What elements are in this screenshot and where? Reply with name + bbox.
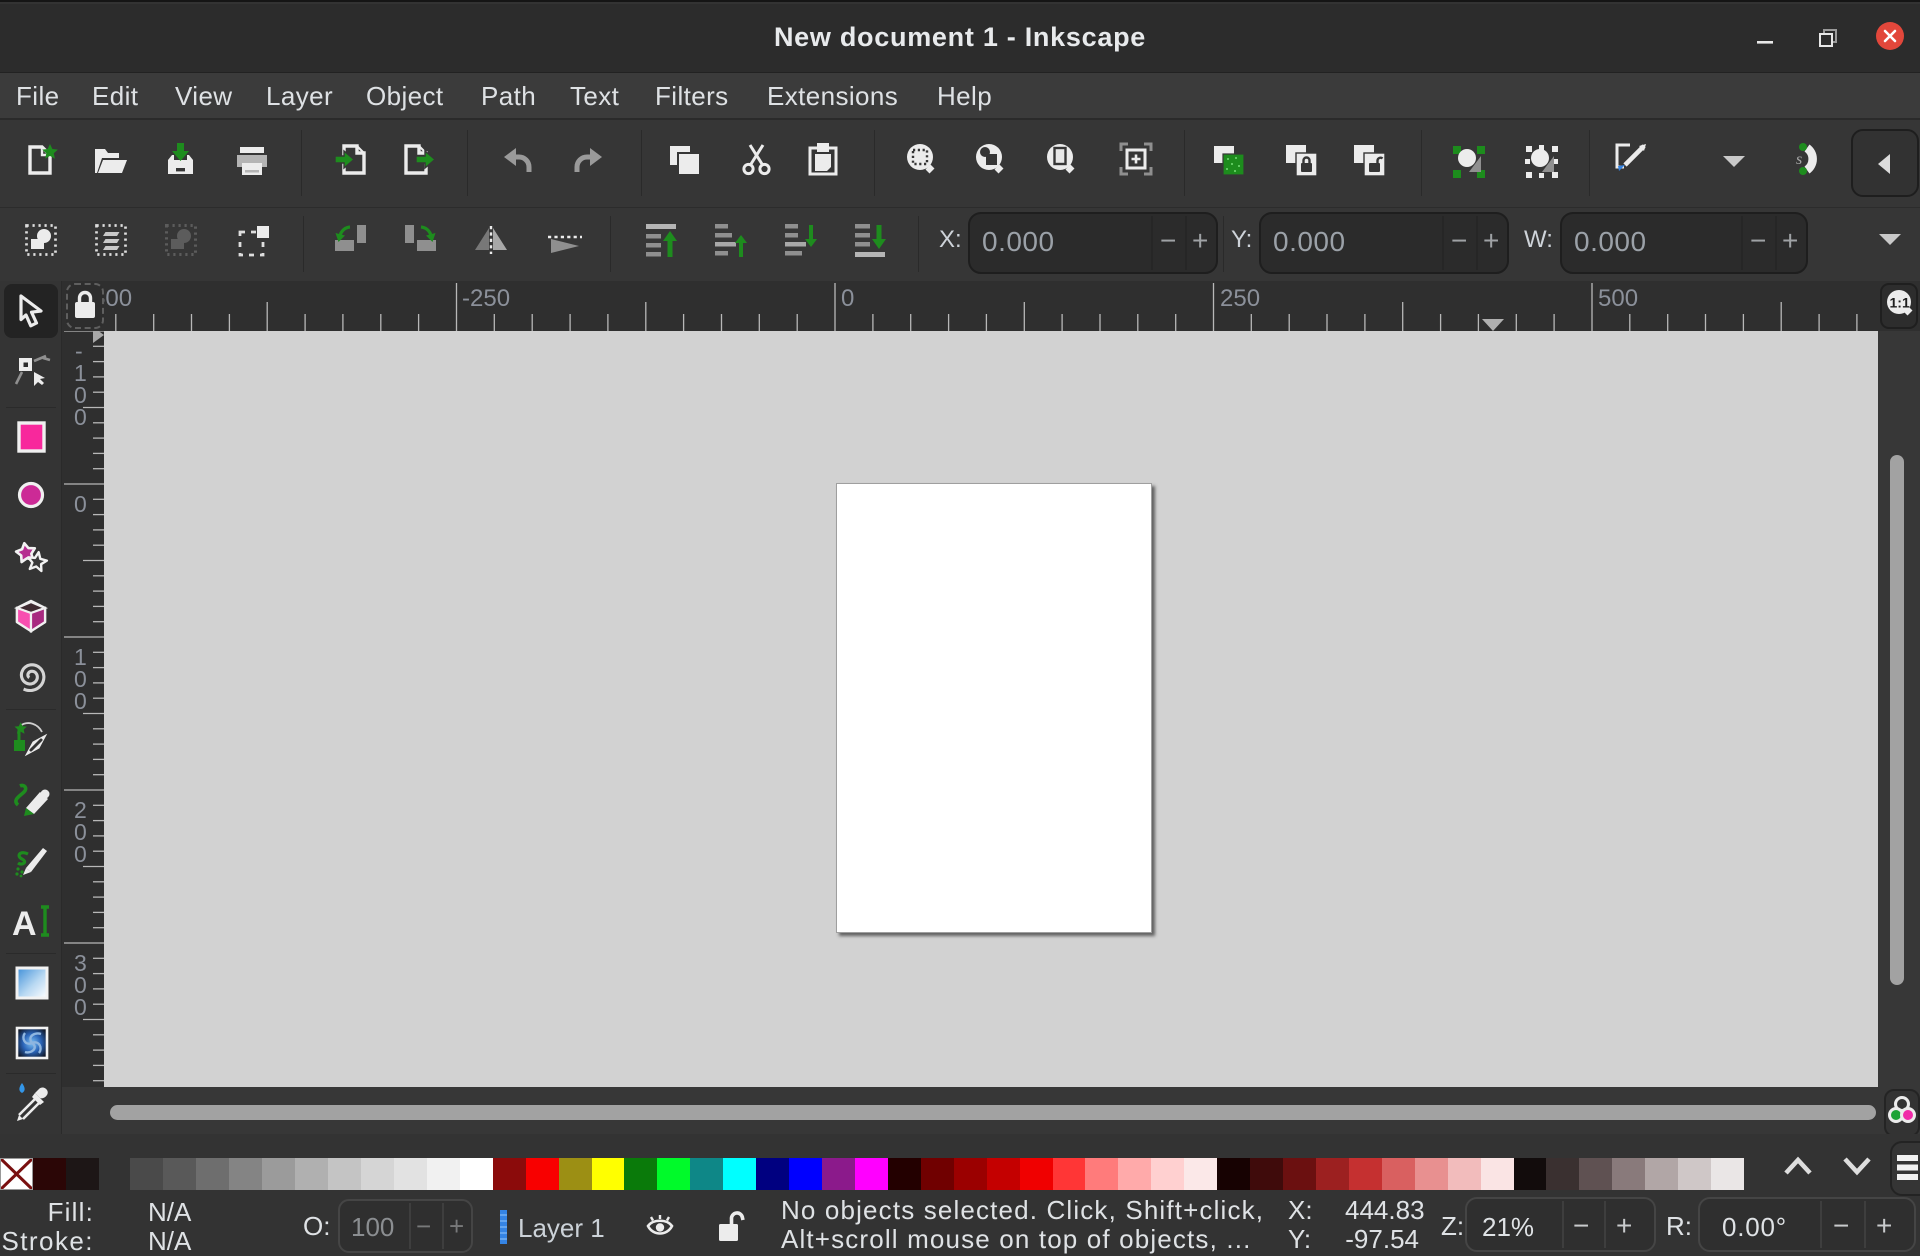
svg-text:A: A — [12, 905, 37, 943]
svg-text:0: 0 — [74, 688, 87, 714]
svg-text:s: s — [1796, 151, 1802, 168]
svg-text:250: 250 — [1220, 285, 1260, 312]
svg-text:0: 0 — [74, 404, 87, 430]
svg-text:-250: -250 — [462, 285, 510, 312]
svg-text:0: 0 — [74, 994, 87, 1020]
svg-text:0: 0 — [841, 285, 854, 312]
svg-text:0: 0 — [74, 491, 87, 517]
svg-text:0: 0 — [74, 841, 87, 867]
svg-text:1:1: 1:1 — [1890, 295, 1910, 311]
svg-text:500: 500 — [1598, 285, 1638, 312]
